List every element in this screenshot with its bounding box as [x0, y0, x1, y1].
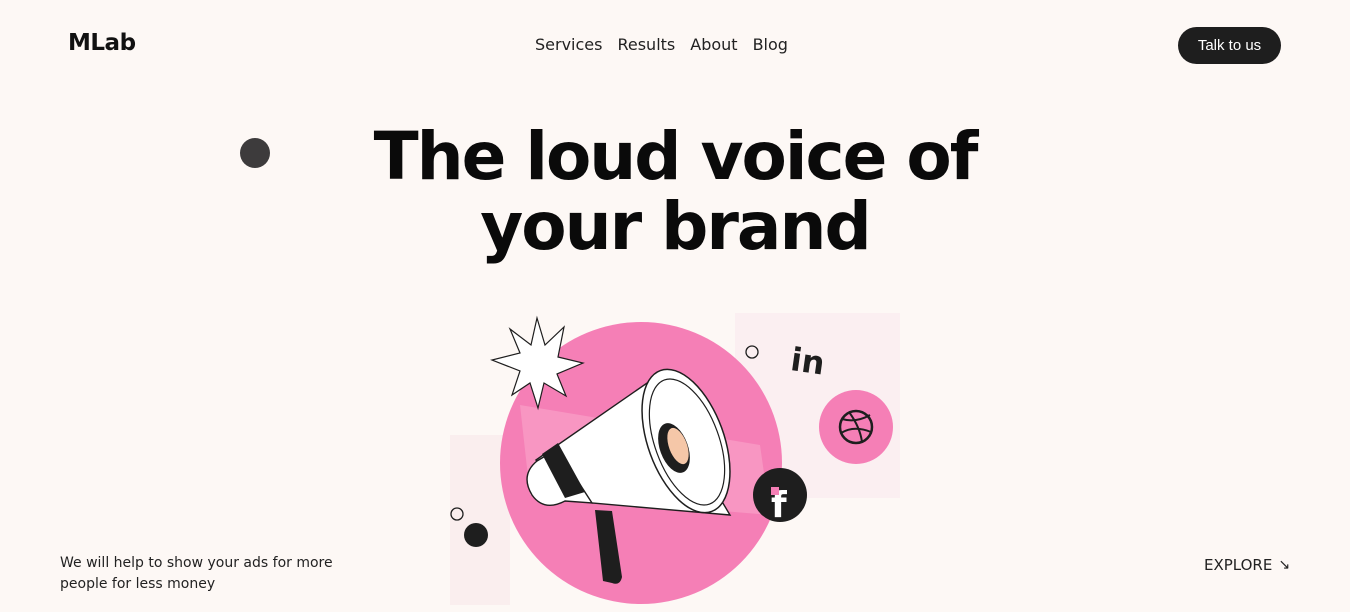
explore-label: EXPLORE	[1204, 556, 1273, 574]
megaphone-illustration: in f	[450, 313, 900, 605]
nav-results[interactable]: Results	[617, 35, 675, 54]
nav-services[interactable]: Services	[535, 35, 602, 54]
svg-text:in: in	[788, 340, 827, 382]
hero-headline: The loud voice of your brand	[0, 122, 1350, 262]
hero-line-2: your brand	[480, 188, 871, 265]
logo[interactable]: MLab	[68, 30, 136, 56]
small-dot-left	[464, 523, 488, 547]
hero-line-1: The loud voice of	[373, 118, 979, 195]
tagline: We will help to show your ads for more p…	[60, 555, 333, 592]
nav-blog[interactable]: Blog	[753, 35, 788, 54]
main-nav: Services Results About Blog	[535, 35, 788, 54]
talk-to-us-button[interactable]: Talk to us	[1178, 27, 1281, 64]
arrow-down-right-icon: ↘	[1278, 557, 1291, 573]
linkedin-icon: in	[788, 340, 827, 382]
nav-about[interactable]: About	[690, 35, 737, 54]
dribbble-icon	[819, 390, 893, 464]
explore-link[interactable]: EXPLORE ↘	[1204, 556, 1290, 574]
